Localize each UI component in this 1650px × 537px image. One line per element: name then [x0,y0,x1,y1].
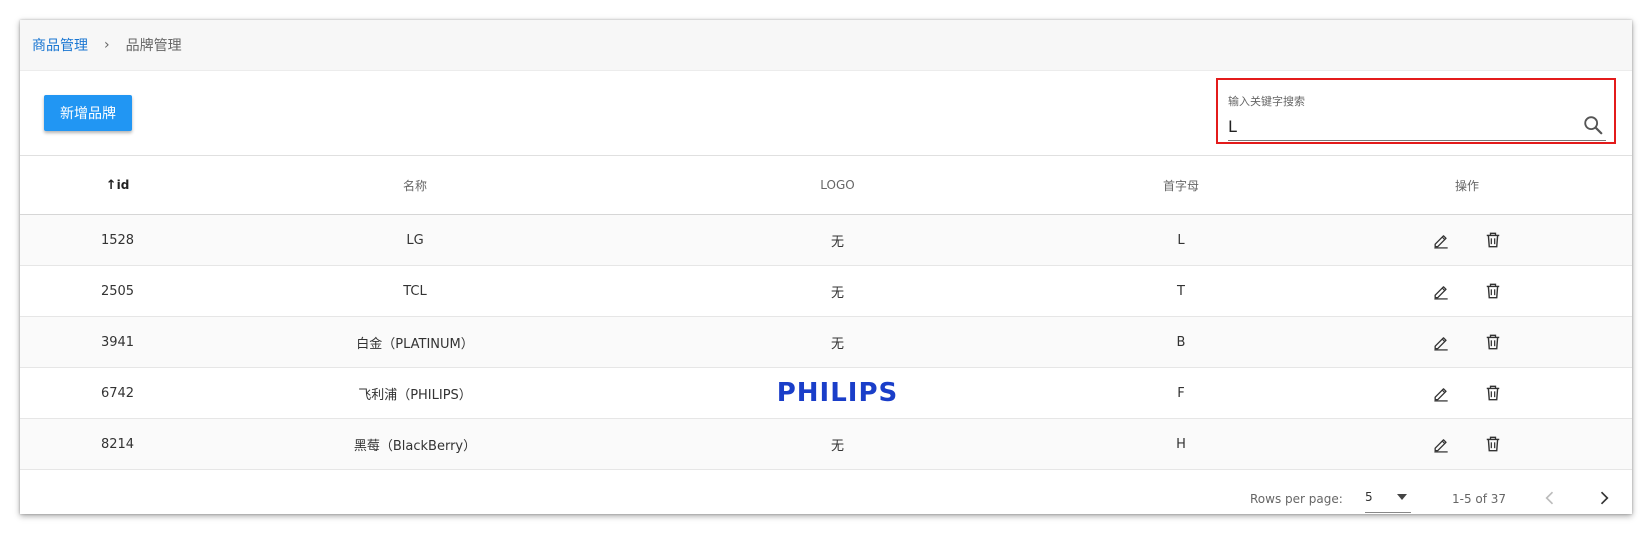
cell-logo: 无 [615,214,1060,266]
cell-logo: 无 [615,418,1060,470]
delete-icon[interactable] [1483,332,1503,352]
breadcrumb: 商品管理 › 品牌管理 [20,20,1632,71]
column-header-id-label: id [116,177,130,192]
edit-icon[interactable] [1431,281,1451,301]
search-label: 输入关键字搜索 [1228,95,1305,108]
brand-management-panel: 商品管理 › 品牌管理 新增品牌 输入关键字搜索 ↑id 名称 LOGO [20,20,1632,514]
sort-ascending-icon: ↑ [105,177,117,193]
edit-icon[interactable] [1431,383,1451,403]
cell-id: 8214 [20,418,215,470]
search-field: 输入关键字搜索 [1216,78,1616,144]
breadcrumb-brand-management: 品牌管理 [125,38,182,54]
column-header-id[interactable]: ↑id [20,156,215,215]
cell-id: 2505 [20,265,215,317]
cell-actions [1302,418,1632,470]
column-header-logo[interactable]: LOGO [615,156,1060,215]
table-header-row: ↑id 名称 LOGO 首字母 操作 [20,156,1632,215]
cell-actions [1302,214,1632,266]
cell-letter: L [1060,214,1302,266]
chevron-right-icon: › [104,37,110,53]
cell-name: TCL [215,265,615,317]
cell-logo: 无 [615,316,1060,368]
cell-actions [1302,265,1632,317]
column-header-actions: 操作 [1302,156,1632,215]
delete-icon[interactable] [1483,383,1503,403]
chevron-right-icon[interactable] [1594,488,1614,508]
chevron-left-icon[interactable] [1540,488,1560,508]
cell-actions [1302,316,1632,368]
cell-logo: PHILIPS [615,367,1060,419]
edit-icon[interactable] [1431,332,1451,352]
cell-name: 白金（PLATINUM） [215,316,615,368]
delete-icon[interactable] [1483,281,1503,301]
column-header-letter[interactable]: 首字母 [1060,156,1302,215]
edit-icon[interactable] [1431,434,1451,454]
table-row: 6742 飞利浦（PHILIPS） PHILIPS F [20,367,1632,419]
cell-letter: H [1060,418,1302,470]
cell-actions [1302,367,1632,419]
delete-icon[interactable] [1483,434,1503,454]
table-footer: Rows per page: 5 1-5 of 37 [20,470,1632,526]
search-underline [1228,140,1606,141]
cell-letter: B [1060,316,1302,368]
rows-per-page-label: Rows per page: [1250,492,1343,506]
toolbar: 新增品牌 输入关键字搜索 [20,71,1632,156]
pagination-range: 1-5 of 37 [1452,492,1507,506]
cell-name: LG [215,214,615,266]
caret-down-icon [1397,494,1407,500]
search-input[interactable] [1228,114,1588,138]
delete-icon[interactable] [1483,230,1503,250]
cell-id: 6742 [20,367,215,419]
cell-letter: F [1060,367,1302,419]
cell-id: 3941 [20,316,215,368]
add-brand-button[interactable]: 新增品牌 [44,95,132,131]
search-icon[interactable] [1582,114,1604,136]
table-row: 3941 白金（PLATINUM） 无 B [20,316,1632,368]
cell-letter: T [1060,265,1302,317]
column-header-name[interactable]: 名称 [215,156,615,215]
table-row: 2505 TCL 无 T [20,265,1632,317]
cell-id: 1528 [20,214,215,266]
table-row: 1528 LG 无 L [20,214,1632,266]
breadcrumb-goods-management[interactable]: 商品管理 [32,35,88,55]
edit-icon[interactable] [1431,230,1451,250]
brand-table: ↑id 名称 LOGO 首字母 操作 1528 LG 无 L 2505 TCL … [20,156,1632,470]
rows-per-page-select[interactable]: 5 [1365,486,1411,513]
rows-per-page-value: 5 [1365,490,1373,504]
philips-logo: PHILIPS [776,378,899,408]
cell-logo: 无 [615,265,1060,317]
cell-name: 飞利浦（PHILIPS） [215,367,615,419]
cell-name: 黑莓（BlackBerry） [215,418,615,470]
table-row: 8214 黑莓（BlackBerry） 无 H [20,418,1632,470]
